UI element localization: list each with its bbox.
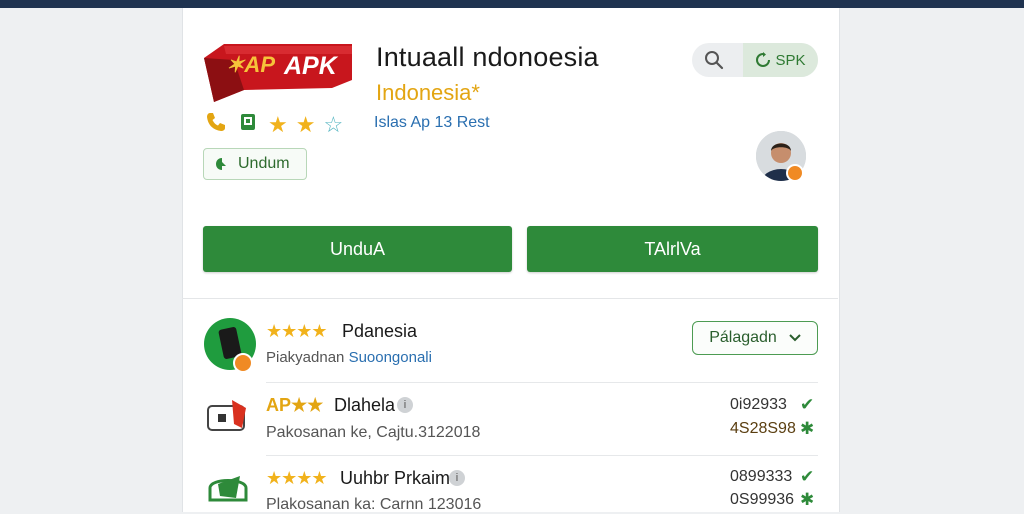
small-download-button[interactable]: Undum [203,148,307,180]
download-icon [216,158,226,170]
featured-app-badge [233,353,253,373]
row-divider [266,382,818,383]
row-rating-stars: ★★★★ [266,468,328,488]
primary-download-button[interactable]: UnduA [203,226,512,272]
row-value-secondary: 0S99936 [730,491,795,508]
row-value-secondary: 4S28S98 [730,420,796,437]
search-icon[interactable] [704,50,724,70]
rating-icons-row: ★ ★ ☆ [204,110,343,139]
app-tagline[interactable]: Islas Ap 13 Rest [374,114,490,132]
featured-app-title[interactable]: Pdanesia [342,321,417,342]
info-icon[interactable]: i [449,470,465,486]
android-icon[interactable] [236,110,260,139]
check-icon: ✔ [800,395,815,414]
featured-app-subtitle: Piakyadnan Suoongonali [266,349,432,366]
phone-icon[interactable] [204,110,228,139]
section-divider [182,298,838,299]
featured-dropdown-button[interactable]: Pálagadn [692,321,818,355]
sparkle-icon: ✱ [800,490,815,509]
row-app-subtitle: Pakosanan ke, Cajtu.3122018 [266,424,481,441]
row-app-subtitle: Plakosanan ka: Carnn 123016 [266,496,482,513]
secondary-action-button[interactable]: TAlrlVa [527,226,818,272]
row-app-icon[interactable] [206,398,250,434]
small-download-label: Undum [238,155,290,172]
row-app-title[interactable]: Uuhbr Prkaim [340,468,450,489]
spk-button[interactable]: SPK [743,43,818,77]
app-subtitle: Indonesia* [376,80,480,105]
svg-text:APK: APK [283,52,339,80]
apk-logo: ✶AP APK [204,44,352,102]
star-icon: ★ [268,111,288,137]
check-icon: ✔ [800,467,815,486]
row-value-primary: 0899333 [730,468,793,485]
spk-label: SPK [775,51,806,69]
star-icon: ★ [295,111,316,137]
featured-rating-stars: ★★★★ [266,321,328,341]
featured-subtitle-link[interactable]: Suoongonali [349,349,432,366]
row-value-primary: 0i92933 [730,396,787,413]
row-ap-label: AP★★ [266,395,324,415]
featured-subtitle-prefix: Piakyadnan [266,349,349,366]
star-outline-icon: ☆ [323,111,344,137]
svg-text:✶AP: ✶AP [226,52,275,77]
row-app-icon[interactable] [206,470,250,506]
chevron-down-icon [789,334,801,342]
row-divider [266,455,818,456]
top-bar [0,0,1024,8]
row-app-title[interactable]: Dlahela [334,395,395,416]
refresh-icon [756,52,771,67]
dropdown-label: Pálagadn [709,329,777,346]
avatar-badge [786,164,804,182]
app-title: Intuaall ndonoesia [376,42,599,72]
info-icon[interactable]: i [397,397,413,413]
sparkle-icon: ✱ [800,419,815,438]
